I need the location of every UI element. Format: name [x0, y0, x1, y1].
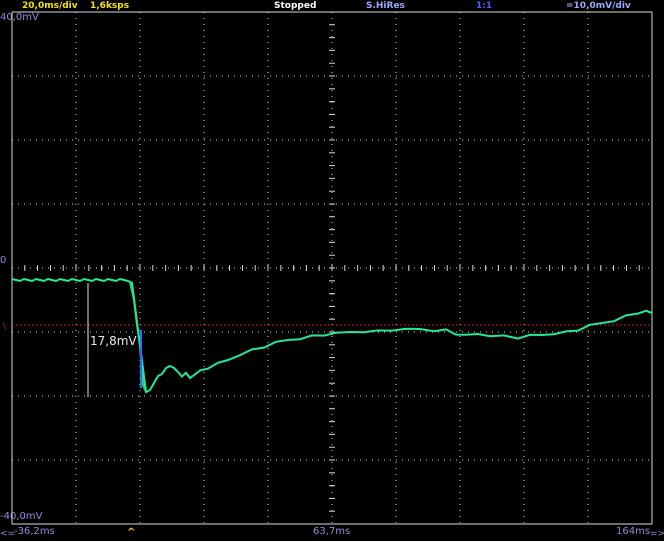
- scroll-right-arrow[interactable]: =>: [650, 528, 664, 540]
- measurement-label: 17,8mV: [90, 334, 137, 348]
- time-center-label: 63,7ms: [313, 526, 351, 537]
- time-end-label: 164ms: [616, 526, 651, 537]
- trigger-position-marker[interactable]: ^: [127, 527, 135, 539]
- reference-level-marker: \: [3, 322, 7, 332]
- waveform-display: \: [3, 11, 653, 525]
- scroll-left-arrow[interactable]: <=: [0, 528, 15, 540]
- time-start-label: -36,2ms: [14, 526, 55, 537]
- oscilloscope-screen: 20,0ms/div 1,6ksps Stopped S.HiRes 1:1 =…: [0, 0, 664, 541]
- graticule: [11, 11, 653, 525]
